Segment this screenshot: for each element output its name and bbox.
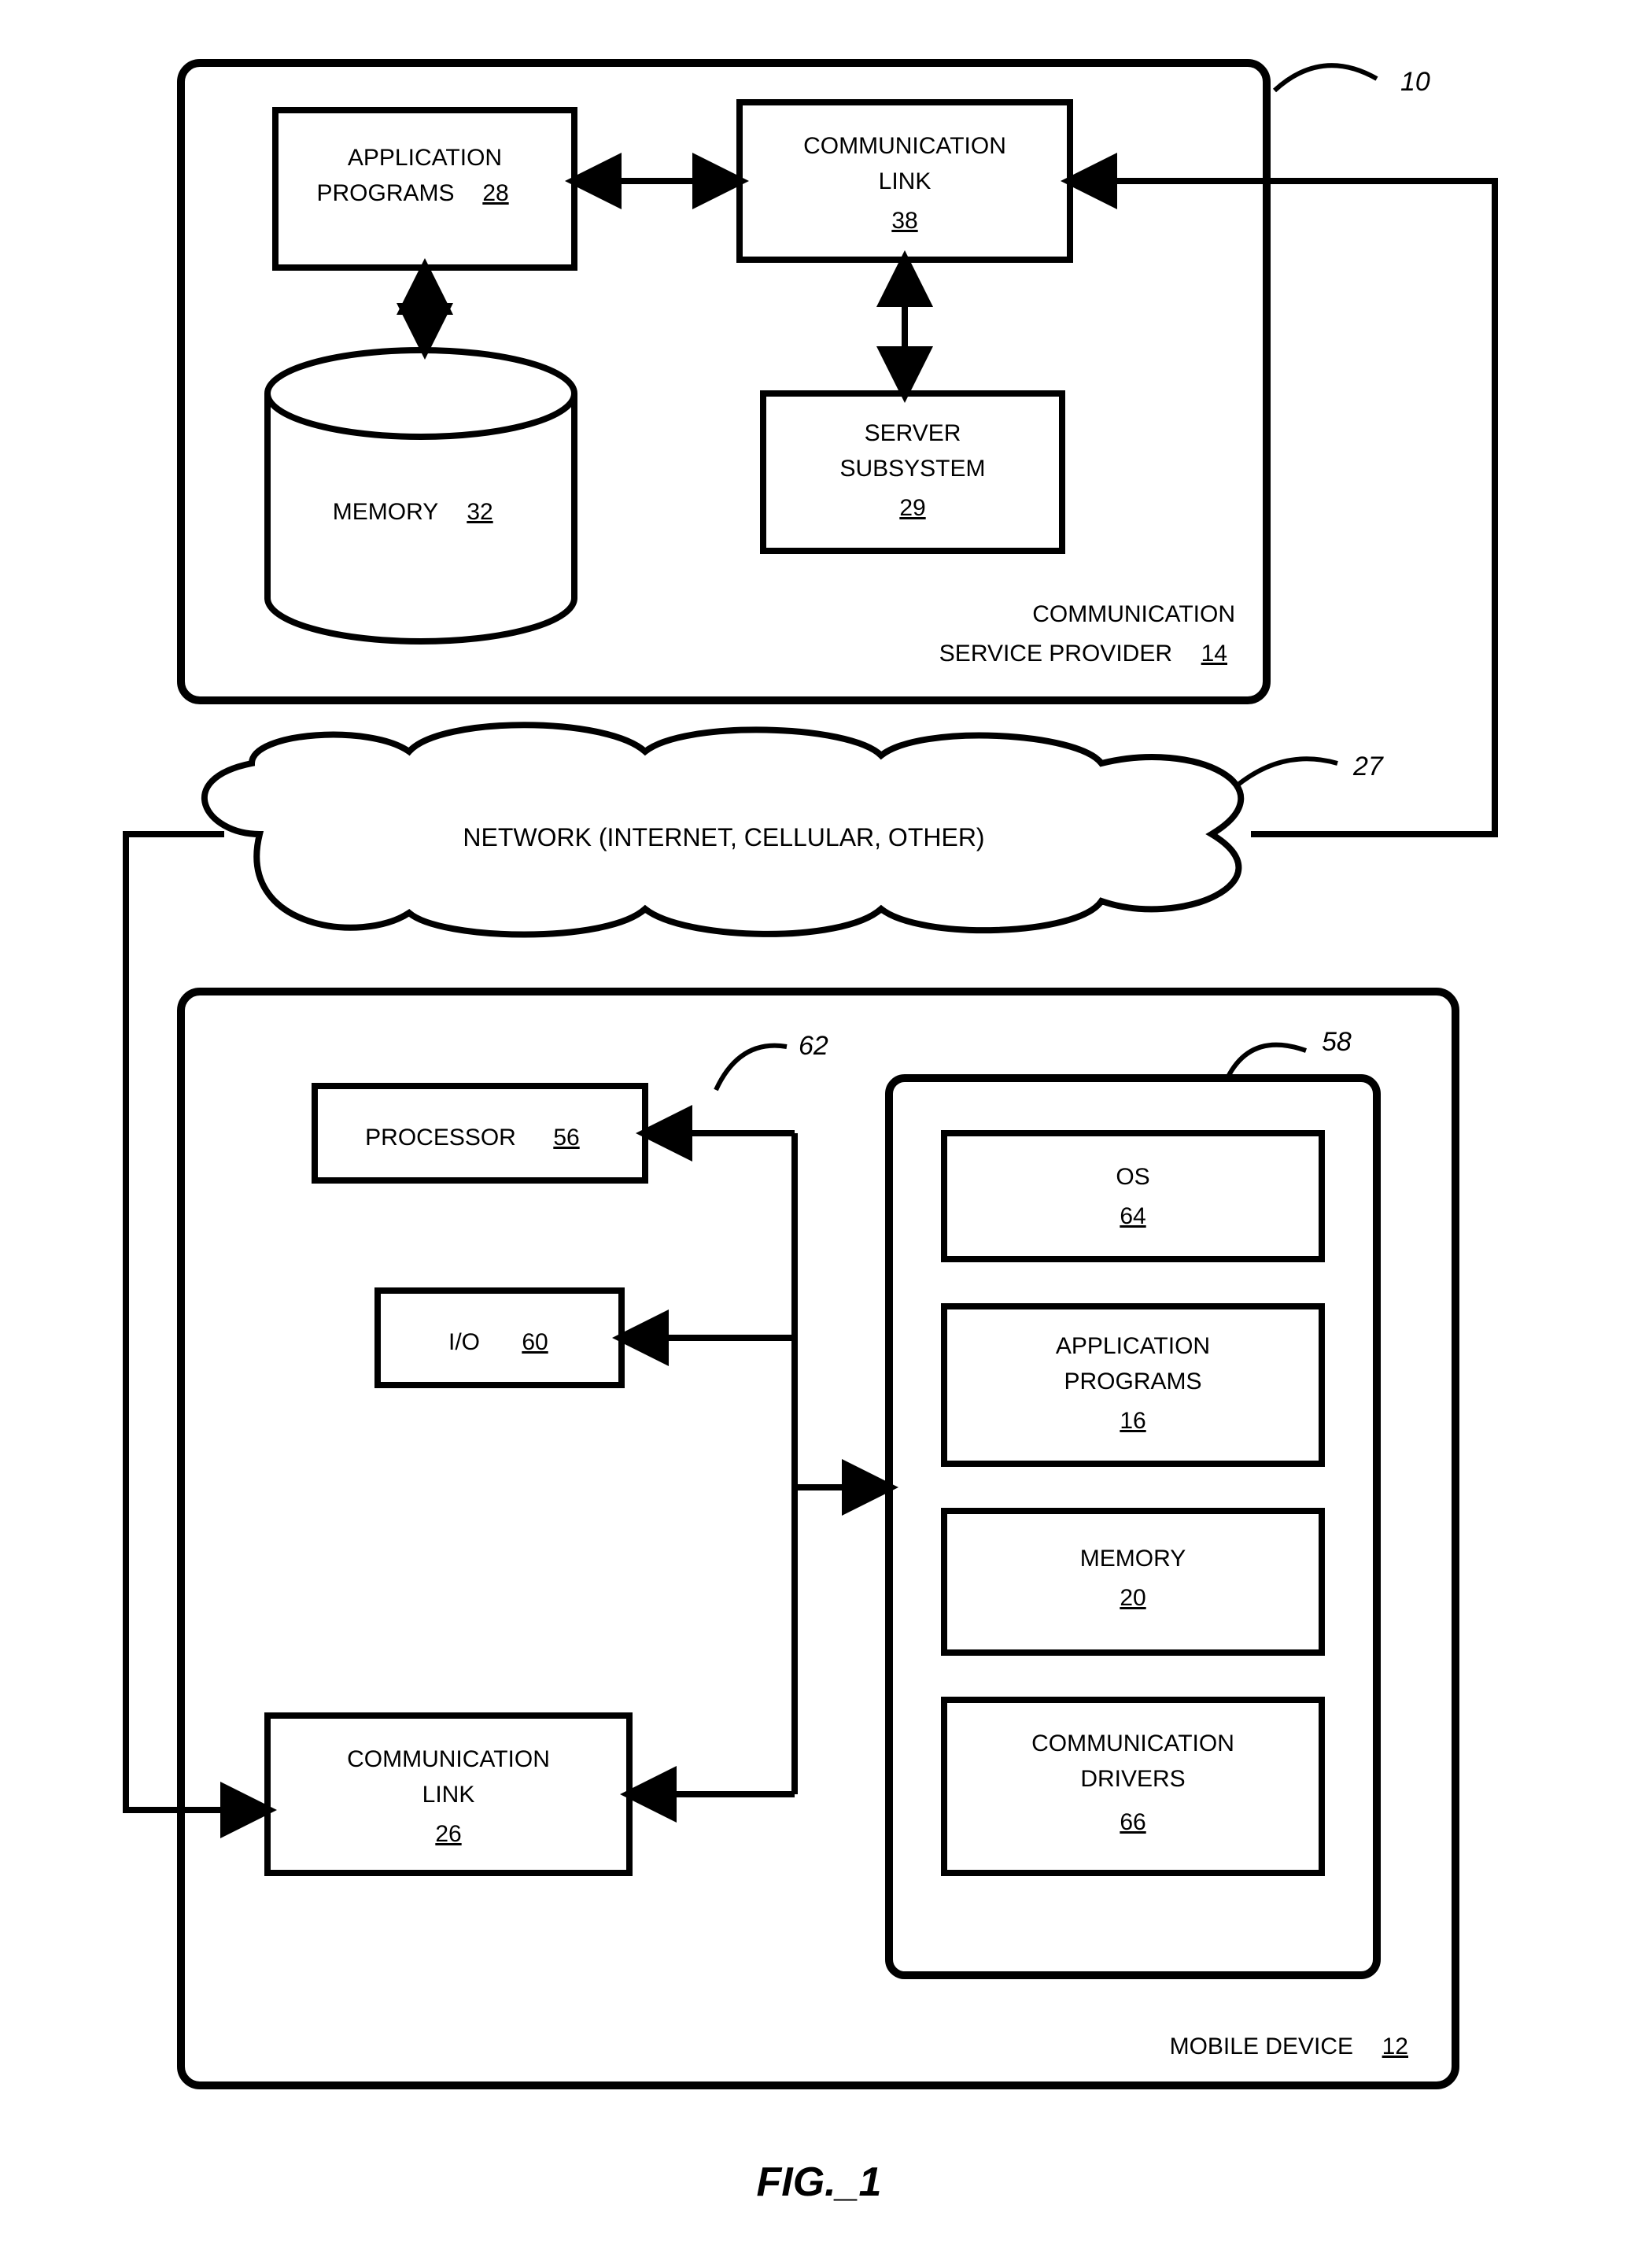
mem32-label: MEMORY <box>333 499 438 525</box>
mem32-num: 32 <box>467 499 493 525</box>
cl38-l2: LINK <box>879 168 932 194</box>
network-text: NETWORK (INTERNET, CELLULAR, OTHER) <box>463 823 984 851</box>
ref10: 10 <box>1400 67 1430 97</box>
ref58: 58 <box>1322 1027 1352 1057</box>
system-diagram: APPLICATION PROGRAMS 28 COMMUNICATION LI… <box>0 0 1638 2268</box>
drv66-l1: COMMUNICATION <box>1031 1731 1234 1756</box>
mem20-label: MEMORY <box>1080 1546 1186 1572</box>
app28-l1: APPLICATION <box>348 145 502 171</box>
proc56-num: 56 <box>553 1125 579 1151</box>
system-ref-10: 10 <box>1275 65 1430 97</box>
io-60-box: I/O 60 <box>378 1291 622 1385</box>
os64-num: 64 <box>1120 1203 1145 1229</box>
drv66-l2: DRIVERS <box>1080 1766 1185 1792</box>
srv29-l2: SUBSYSTEM <box>839 456 985 482</box>
ref62: 62 <box>799 1031 828 1061</box>
figure-caption: FIG._1 <box>757 2159 882 2205</box>
mem20-num: 20 <box>1120 1585 1145 1611</box>
app28-l2: PROGRAMS <box>316 180 454 206</box>
md-label: MOBILE DEVICE <box>1170 2033 1353 2059</box>
memory-32-cylinder: MEMORY 32 <box>267 350 574 641</box>
module-box-58: OS 64 APPLICATION PROGRAMS 16 MEMORY 20 … <box>889 1078 1377 1975</box>
drv66-num: 66 <box>1120 1809 1145 1835</box>
md-num: 12 <box>1382 2033 1408 2059</box>
srv29-l1: SERVER <box>865 420 961 446</box>
proc56-label: PROCESSOR <box>365 1125 516 1151</box>
processor-56-box: PROCESSOR 56 <box>315 1086 645 1180</box>
mobile-device-container: PROCESSOR 56 I/O 60 COMMUNICATION LINK 2… <box>181 992 1455 2085</box>
cl38-num: 38 <box>891 208 917 234</box>
application-programs-28-box: APPLICATION PROGRAMS 28 <box>275 110 574 268</box>
communication-link-26-box: COMMUNICATION LINK 26 <box>267 1716 629 1873</box>
srv29-num: 29 <box>899 495 925 521</box>
ref27: 27 <box>1352 752 1384 781</box>
csp-num: 14 <box>1201 641 1227 667</box>
io60-label: I/O <box>448 1329 480 1355</box>
communication-link-38-box: COMMUNICATION LINK 38 <box>740 102 1070 260</box>
os64-label: OS <box>1116 1164 1149 1190</box>
arrow-net-to-cl26 <box>126 834 267 1810</box>
server-subsystem-29-box: SERVER SUBSYSTEM 29 <box>763 393 1062 551</box>
communication-service-provider-container: APPLICATION PROGRAMS 28 COMMUNICATION LI… <box>181 63 1267 700</box>
network-cloud: NETWORK (INTERNET, CELLULAR, OTHER) <box>205 725 1241 934</box>
app28-num: 28 <box>482 180 508 206</box>
csp-label-l2: SERVICE PROVIDER <box>939 641 1172 667</box>
apps16-l1: APPLICATION <box>1056 1333 1210 1359</box>
cl26-l1: COMMUNICATION <box>347 1746 550 1772</box>
network-ref-27: 27 <box>1235 752 1384 787</box>
module-ref-58: 58 <box>1227 1027 1352 1078</box>
csp-label-l1: COMMUNICATION <box>1032 601 1235 627</box>
internal-bus-62 <box>622 1133 889 1794</box>
apps16-num: 16 <box>1120 1408 1145 1434</box>
cl26-l2: LINK <box>422 1782 475 1808</box>
io60-num: 60 <box>522 1329 548 1355</box>
apps16-l2: PROGRAMS <box>1064 1369 1201 1394</box>
cl38-l1: COMMUNICATION <box>803 133 1006 159</box>
bus-ref-62: 62 <box>716 1031 828 1090</box>
cl26-num: 26 <box>435 1821 461 1847</box>
